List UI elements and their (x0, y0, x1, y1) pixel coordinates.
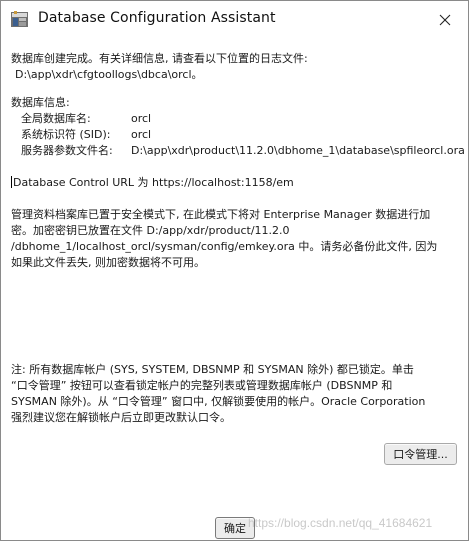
repository-message: 密。加密密钥已放置在文件 D:/app/xdr/product/11.2.0 (11, 224, 290, 237)
db-info-key: 系统标识符 (SID): (21, 128, 111, 141)
db-info-row: 服务器参数文件名: D:\app\xdr\product\11.2.0\dbho… (11, 143, 465, 159)
message-area: 数据库创建完成。有关详细信息, 请查看以下位置的日志文件: D:\app\xdr… (11, 51, 465, 426)
repository-message: 如果此文件丢失, 则加密数据将不可用。 (11, 256, 205, 269)
text-caret (11, 176, 12, 188)
close-button[interactable] (422, 1, 468, 39)
close-icon (439, 14, 451, 26)
repository-message: 管理资料档案库已置于安全模式下, 在此模式下将对 Enterprise Mana… (11, 208, 431, 221)
note-message: 强烈建议您在解锁帐户后立即更改默认口令。 (11, 411, 231, 424)
control-url: Database Control URL 为 https://localhost… (13, 176, 294, 189)
note-message: 注: 所有数据库帐户 (SYS, SYSTEM, DBSNMP 和 SYSMAN… (11, 363, 414, 376)
dbca-app-icon (11, 11, 28, 27)
db-info-value: orcl (131, 112, 152, 125)
repository-message: /dbhome_1/localhost_orcl/sysman/config/e… (11, 240, 438, 253)
title-bar: Database Configuration Assistant (1, 1, 468, 39)
watermark: https://blog.csdn.net/qq_41684621 (248, 516, 433, 530)
password-management-button[interactable]: 口令管理... (384, 443, 457, 465)
dbca-dialog: Database Configuration Assistant 数据库创建完成… (0, 0, 469, 541)
db-info-value: D:\app\xdr\product\11.2.0\dbhome_1\datab… (131, 144, 465, 157)
db-info-row: 全局数据库名: orcl (11, 111, 463, 127)
created-message: 数据库创建完成。有关详细信息, 请查看以下位置的日志文件: (11, 52, 308, 65)
control-url-line: Database Control URL 为 https://localhost… (11, 175, 463, 191)
note-message: “口令管理” 按钮可以查看锁定帐户的完整列表或管理数据库帐户 (DBSNMP 和 (11, 379, 393, 392)
db-info-row: 系统标识符 (SID): orcl (11, 127, 463, 143)
log-path: D:\app\xdr\cfgtoollogs\dbca\orcl。 (15, 68, 203, 81)
db-info-value: orcl (131, 128, 152, 141)
db-info-heading: 数据库信息: (11, 96, 70, 109)
db-info-key: 服务器参数文件名: (21, 144, 113, 157)
window-title: Database Configuration Assistant (38, 10, 276, 26)
db-info-key: 全局数据库名: (21, 112, 91, 125)
note-message: SYSMAN 除外)。从 “口令管理” 窗口中, 仅解锁要使用的帐户。Oracl… (11, 395, 426, 408)
